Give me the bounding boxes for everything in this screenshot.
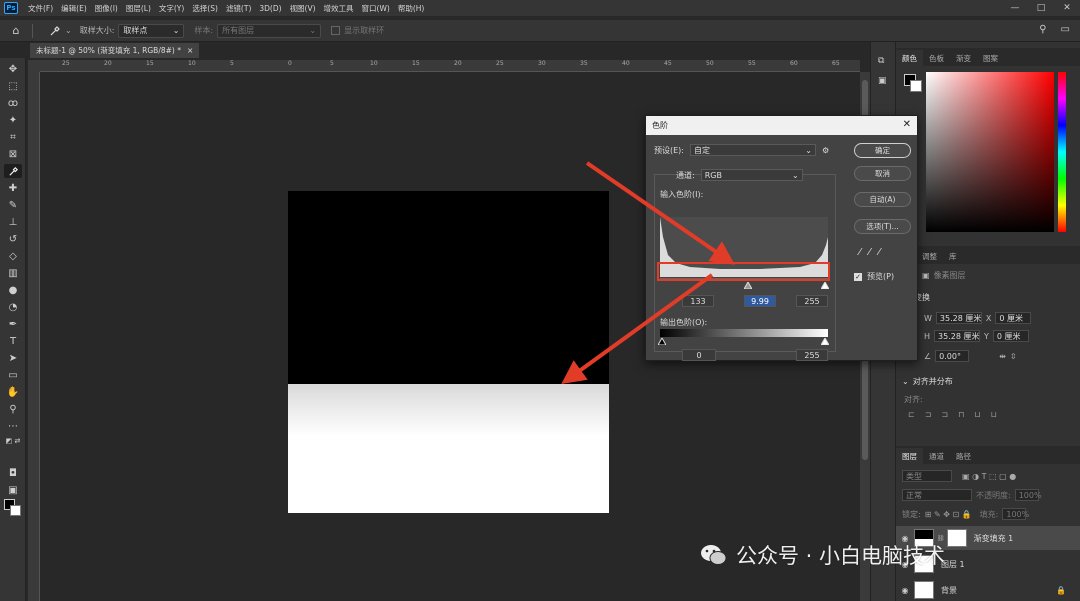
annotation-arrows	[561, 161, 735, 385]
wechat-icon	[701, 545, 727, 565]
watermark: 公众号 · 小白电脑技术	[700, 540, 945, 570]
arrow-to-edge	[561, 273, 714, 385]
watermark-text: 公众号 · 小白电脑技术	[736, 544, 946, 568]
arrow-to-slider	[585, 161, 735, 265]
